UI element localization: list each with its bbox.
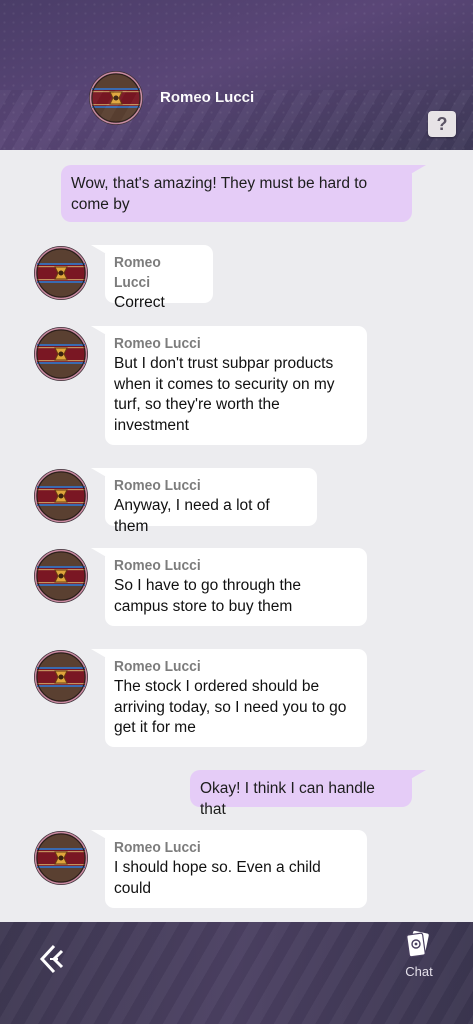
- bottom-bar: Chat: [0, 922, 473, 1024]
- message-text: But I don't trust subpar products when i…: [114, 355, 335, 434]
- incoming-message: Romeo Lucci But I don't trust subpar pro…: [91, 326, 367, 445]
- message-text: So I have to go through the campus store…: [114, 577, 301, 615]
- bubble-tail: [91, 649, 115, 663]
- back-chevron-icon: [39, 944, 64, 974]
- crest-icon: [33, 548, 89, 604]
- chat-thread[interactable]: Wow, that's amazing! They must be hard t…: [0, 150, 473, 922]
- bubble-tail: [91, 830, 115, 844]
- card-chat-icon: [406, 930, 429, 958]
- outgoing-message: Wow, that's amazing! They must be hard t…: [61, 165, 426, 222]
- sender-avatar[interactable]: [33, 548, 89, 604]
- message-text: I should hope so. Even a child could: [114, 859, 321, 897]
- message-text: Anyway, I need a lot of them: [114, 497, 270, 535]
- crest-icon: [33, 245, 89, 301]
- sender-avatar[interactable]: [33, 830, 89, 886]
- incoming-message: Romeo Lucci Correct: [91, 245, 213, 311]
- crest-icon: [88, 70, 144, 126]
- message-sender: Romeo Lucci: [114, 658, 201, 675]
- crest-icon: [33, 326, 89, 382]
- bubble-tail: [91, 245, 115, 259]
- sender-avatar[interactable]: [33, 326, 89, 382]
- back-button[interactable]: [36, 942, 70, 976]
- bubble-tail: [91, 548, 115, 562]
- crest-icon: [33, 468, 89, 524]
- chat-header: Romeo Lucci ?: [0, 0, 473, 150]
- message-sender: Romeo Lucci: [114, 839, 201, 856]
- sender-avatar[interactable]: [33, 649, 89, 705]
- crest-icon: [33, 649, 89, 705]
- contact-avatar[interactable]: [88, 70, 144, 126]
- message-sender: Romeo Lucci: [114, 335, 201, 352]
- incoming-message: Romeo Lucci Anyway, I need a lot of them: [91, 468, 317, 535]
- message-text: Wow, that's amazing! They must be hard t…: [71, 175, 368, 213]
- help-button[interactable]: ?: [428, 111, 456, 137]
- message-sender: Romeo Lucci: [114, 557, 201, 574]
- chat-tab-label: Chat: [405, 964, 433, 979]
- incoming-message: Romeo Lucci So I have to go through the …: [91, 548, 367, 626]
- sender-avatar[interactable]: [33, 245, 89, 301]
- bubble-tail: [402, 770, 426, 784]
- message-text: Correct: [114, 294, 165, 311]
- crest-icon: [33, 830, 89, 886]
- bubble-tail: [402, 165, 426, 179]
- chat-tab[interactable]: Chat: [398, 930, 440, 990]
- sender-avatar[interactable]: [33, 468, 89, 524]
- bubble-tail: [91, 468, 115, 482]
- message-text: The stock I ordered should be arriving t…: [114, 678, 347, 736]
- incoming-message: Romeo Lucci I should hope so. Even a chi…: [91, 830, 367, 908]
- outgoing-message: Okay! I think I can handle that: [190, 770, 426, 818]
- message-sender: Romeo Lucci: [114, 254, 161, 291]
- bubble-tail: [91, 326, 115, 340]
- message-text: Okay! I think I can handle that: [200, 780, 375, 818]
- incoming-message: Romeo Lucci The stock I ordered should b…: [91, 649, 367, 747]
- contact-name: Romeo Lucci: [160, 89, 255, 106]
- message-sender: Romeo Lucci: [114, 477, 201, 494]
